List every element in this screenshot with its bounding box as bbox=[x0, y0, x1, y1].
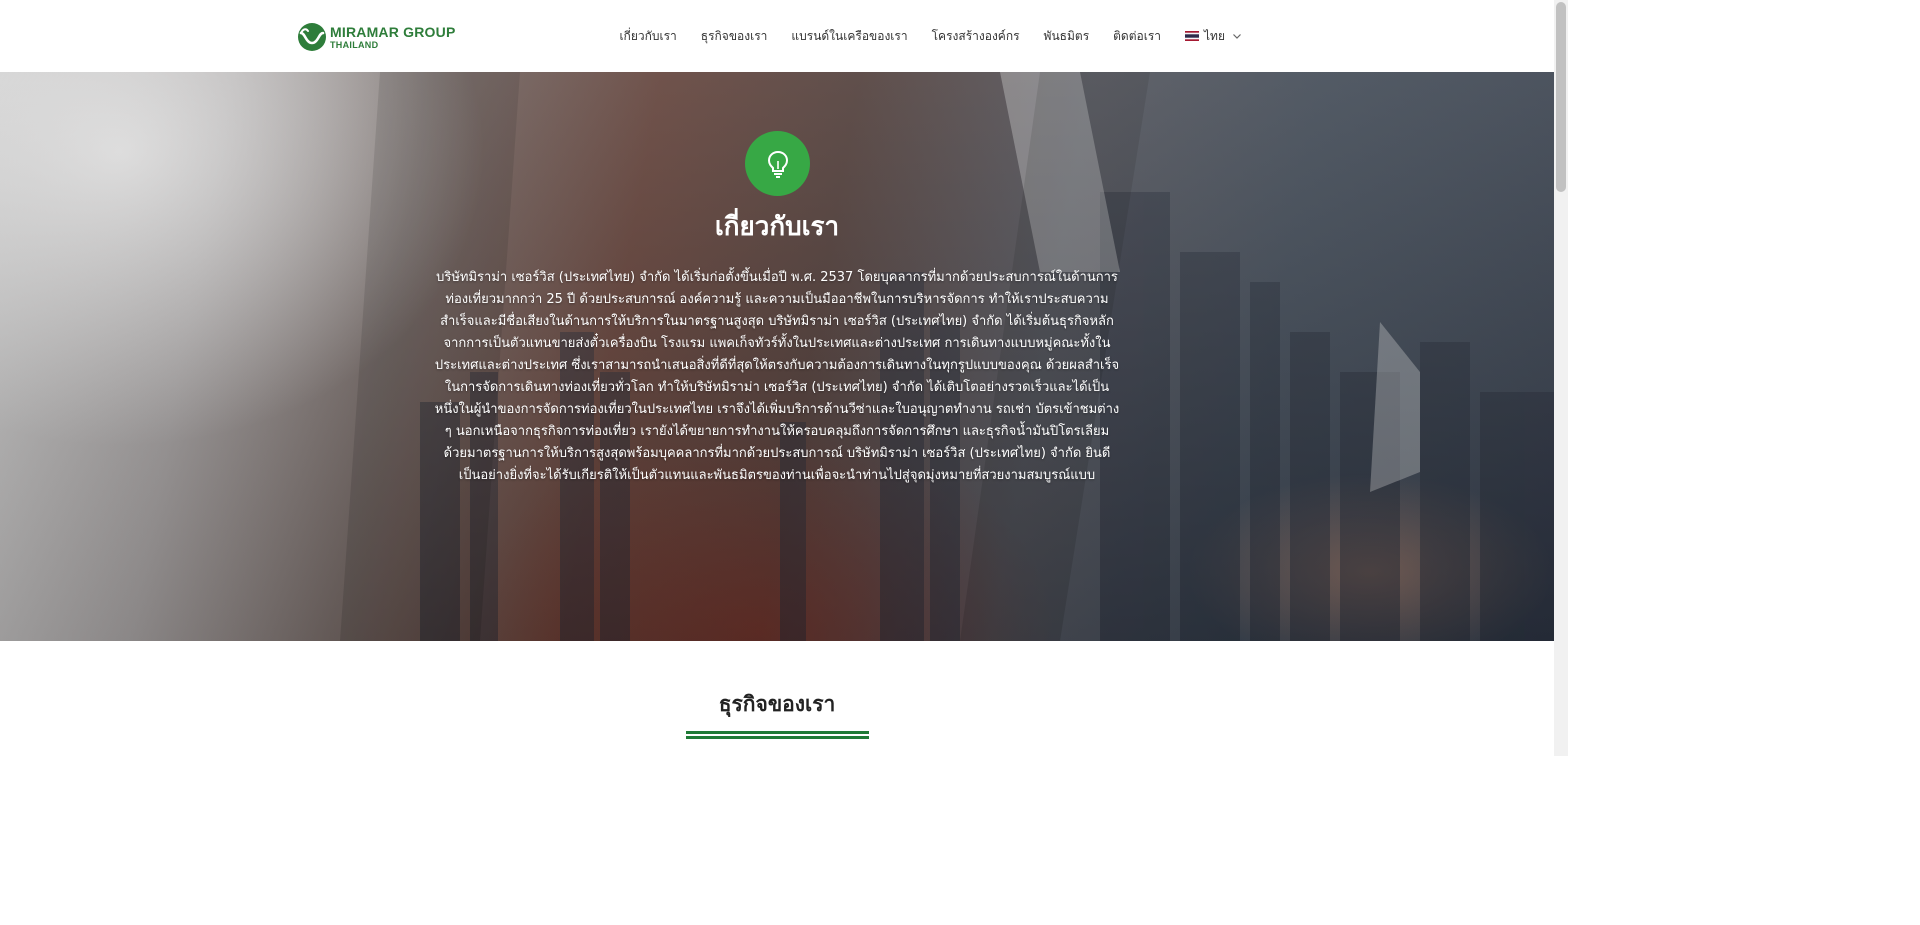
about-hero: เกี่ยวกับเรา บริษัทมิราม่า เซอร์วิส (ประ… bbox=[0, 72, 1554, 641]
chevron-down-icon bbox=[1233, 34, 1241, 39]
nav-item-structure[interactable]: โครงสร้างองค์กร bbox=[932, 27, 1020, 46]
nav-item-business[interactable]: ธุรกิจของเรา bbox=[701, 27, 768, 46]
section-title-underline bbox=[686, 731, 869, 740]
brand-name-line2: THAILAND bbox=[330, 39, 379, 50]
nav-item-partners[interactable]: พันธมิตร bbox=[1044, 27, 1090, 46]
miramar-logo-mark-icon bbox=[298, 23, 326, 51]
thai-flag-icon bbox=[1185, 31, 1200, 41]
nav-item-brands[interactable]: แบรนด์ในเครือของเรา bbox=[791, 27, 907, 46]
page: MIRAMAR GROUP THAILAND เกี่ยวกับเรา ธุรก… bbox=[0, 0, 1568, 756]
nav-item-contact[interactable]: ติดต่อเรา bbox=[1113, 27, 1161, 46]
nav-item-about[interactable]: เกี่ยวกับเรา bbox=[619, 27, 676, 46]
page-scrollbar[interactable] bbox=[1554, 0, 1568, 756]
hero-title: เกี่ยวกับเรา bbox=[714, 212, 840, 242]
lightbulb-icon bbox=[767, 150, 788, 178]
site-header: MIRAMAR GROUP THAILAND เกี่ยวกับเรา ธุรก… bbox=[0, 0, 1554, 72]
brand-logo[interactable]: MIRAMAR GROUP THAILAND bbox=[297, 22, 455, 52]
business-section-title: ธุรกิจของเรา bbox=[718, 692, 836, 716]
scrollbar-thumb[interactable] bbox=[1556, 2, 1566, 192]
hero-icon-badge bbox=[745, 131, 810, 196]
language-label: ไทย bbox=[1204, 28, 1225, 43]
main-nav: เกี่ยวกับเรา ธุรกิจของเรา แบรนด์ในเครือข… bbox=[619, 0, 1242, 72]
brand-name: MIRAMAR GROUP THAILAND bbox=[330, 25, 455, 50]
brand-name-line1: MIRAMAR GROUP bbox=[330, 23, 456, 40]
language-selector[interactable]: ไทย bbox=[1185, 27, 1242, 46]
hero-description: บริษัทมิราม่า เซอร์วิส (ประเทศไทย) จำกัด… bbox=[434, 270, 1120, 483]
